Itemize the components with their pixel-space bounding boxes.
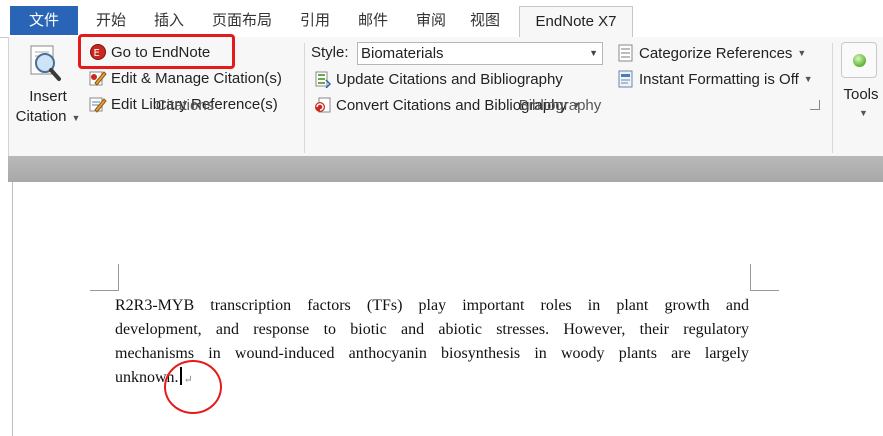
- tools-label: Tools: [843, 86, 879, 103]
- insert-citation-label-row: Citation ▼: [12, 108, 84, 125]
- chevron-down-icon: ▼: [71, 113, 81, 123]
- citations-group-label: Citations: [155, 97, 215, 114]
- tools-button[interactable]: Tools ▼: [836, 42, 883, 124]
- tab-view[interactable]: 视图: [462, 6, 508, 35]
- ribbon-tab-bar: 文件 开始 插入 页面布局 引用 邮件 审阅 视图 EndNote X7: [0, 0, 883, 38]
- chevron-down-icon: ▼: [859, 108, 868, 118]
- update-citations-button[interactable]: Update Citations and Bibliography: [314, 70, 563, 88]
- paragraph-line: R2R3-MYB transcription factors (TFs) pla…: [115, 297, 749, 314]
- chevron-down-icon: ▼: [797, 48, 807, 58]
- instant-formatting-icon: [617, 70, 635, 88]
- chevron-down-icon: ▼: [589, 48, 598, 58]
- tab-endnote[interactable]: EndNote X7: [519, 6, 633, 38]
- insert-citation-button[interactable]: Insert Citation ▼: [12, 42, 80, 132]
- convert-bibliography-icon: [314, 96, 332, 114]
- tools-icon-box: [841, 42, 877, 78]
- magnifier-document-icon: [27, 44, 63, 82]
- annotation-circle: [164, 360, 222, 414]
- update-bibliography-icon: [314, 70, 332, 88]
- tab-page-layout[interactable]: 页面布局: [204, 6, 280, 35]
- dialog-launcher-icon[interactable]: [810, 100, 820, 110]
- instant-formatting-button[interactable]: Instant Formatting is Off ▼: [617, 70, 813, 88]
- edit-citation-icon: [89, 69, 107, 87]
- group-divider: [832, 43, 833, 153]
- style-label: Style:: [311, 44, 349, 61]
- edit-manage-citations-label: Edit & Manage Citation(s): [111, 69, 282, 87]
- tab-insert[interactable]: 插入: [146, 6, 192, 35]
- chevron-down-icon: ▼: [803, 74, 813, 84]
- categorize-references-button[interactable]: Categorize References ▼: [617, 44, 806, 62]
- crop-mark-left: [90, 264, 119, 291]
- bibliography-group-label: Bibliography: [518, 97, 602, 114]
- green-dot-icon: [853, 54, 866, 67]
- style-select[interactable]: Biomaterials ▼: [357, 42, 603, 65]
- instant-formatting-label: Instant Formatting is Off: [639, 70, 799, 88]
- tab-review[interactable]: 审阅: [408, 6, 454, 35]
- group-divider: [304, 43, 305, 153]
- paragraph-line: mechanisms in wound-induced anthocyanin …: [115, 345, 749, 362]
- crop-mark-right: [750, 264, 779, 291]
- tab-home[interactable]: 开始: [88, 6, 134, 35]
- edit-reference-icon: [89, 95, 107, 113]
- style-select-value: Biomaterials: [361, 45, 444, 62]
- tab-file[interactable]: 文件: [10, 6, 78, 35]
- categorize-icon: [617, 44, 635, 62]
- tab-mailings[interactable]: 邮件: [350, 6, 396, 35]
- annotation-highlight-box: [78, 34, 235, 69]
- edit-manage-citations-button[interactable]: Edit & Manage Citation(s): [89, 69, 282, 87]
- insert-citation-label-2: Citation: [15, 108, 67, 125]
- insert-citation-label-1: Insert: [29, 88, 67, 105]
- tab-references[interactable]: 引用: [292, 6, 338, 35]
- paragraph-line: development, and response to biotic and …: [115, 321, 749, 338]
- categorize-references-label: Categorize References: [639, 44, 793, 62]
- ribbon-bottom-band: [8, 156, 883, 182]
- update-citations-label: Update Citations and Bibliography: [336, 70, 563, 88]
